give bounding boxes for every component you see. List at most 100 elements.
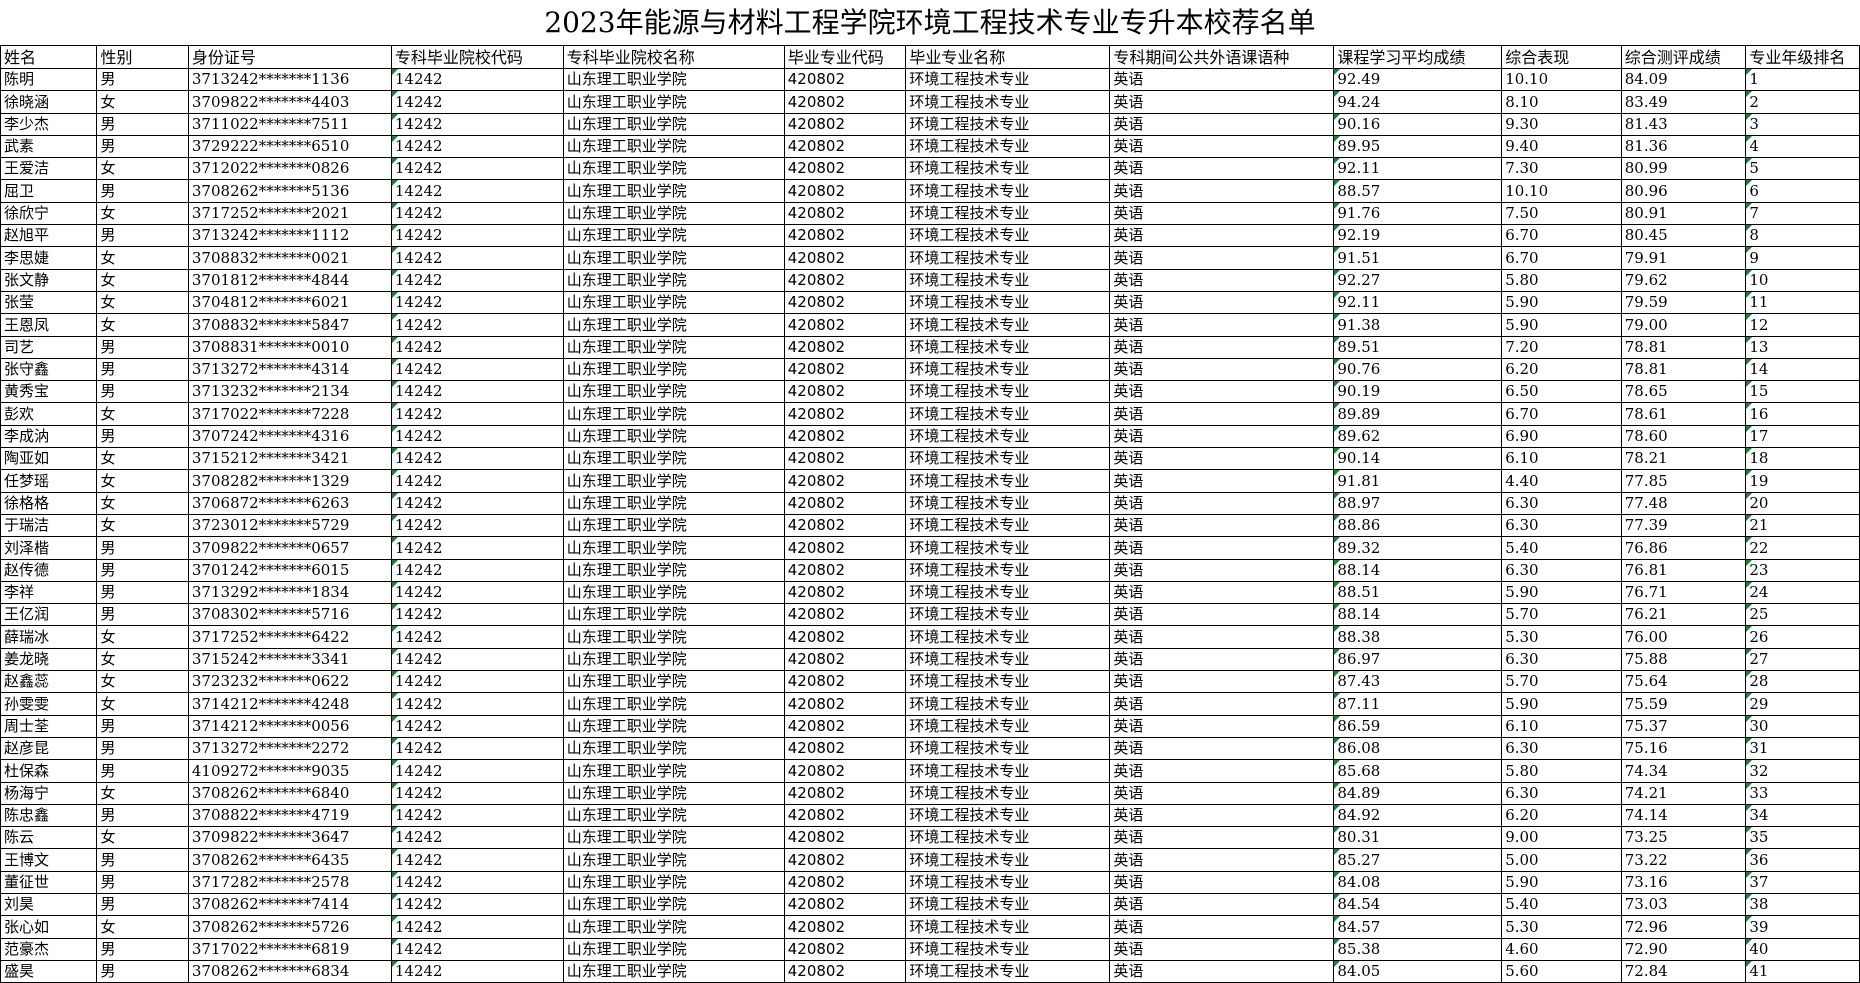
school-name-cell[interactable]: 山东理工职业学院 <box>562 870 785 894</box>
performance-cell[interactable]: 5.90 <box>1501 290 1622 315</box>
language-cell[interactable]: 英语 <box>1109 201 1335 226</box>
school-code-cell[interactable]: 14242 <box>390 447 564 471</box>
avg-score-cell[interactable]: 92.11 <box>1333 290 1503 315</box>
performance-cell[interactable]: 7.20 <box>1501 335 1622 359</box>
name-cell[interactable]: 赵彦昆 <box>0 736 98 761</box>
school-name-cell[interactable]: 山东理工职业学院 <box>562 313 785 337</box>
rank-cell[interactable]: 34 <box>1745 803 1860 828</box>
major-code-cell[interactable]: 420802 <box>783 759 907 783</box>
language-cell[interactable]: 英语 <box>1109 290 1335 315</box>
school-name-cell[interactable]: 山东理工职业学院 <box>562 848 785 872</box>
school-name-cell[interactable]: 山东理工职业学院 <box>562 803 785 828</box>
school-name-cell[interactable]: 山东理工职业学院 <box>562 759 785 783</box>
avg-score-cell[interactable]: 92.11 <box>1333 157 1503 181</box>
language-cell[interactable]: 英语 <box>1109 959 1335 983</box>
gender-cell[interactable]: 男 <box>96 759 189 783</box>
language-cell[interactable]: 英语 <box>1109 781 1335 805</box>
id-number-cell[interactable]: 3701812*******4844 <box>187 268 392 292</box>
avg-score-cell[interactable]: 89.62 <box>1333 424 1503 449</box>
performance-cell[interactable]: 6.20 <box>1501 803 1622 828</box>
major-code-cell[interactable]: 420802 <box>783 959 907 983</box>
school-code-cell[interactable]: 14242 <box>390 357 564 382</box>
performance-cell[interactable]: 6.10 <box>1501 714 1622 738</box>
rank-cell[interactable]: 41 <box>1745 959 1860 983</box>
major-code-cell[interactable]: 420802 <box>783 469 907 493</box>
id-number-cell[interactable]: 3708282*******1329 <box>187 469 392 493</box>
major-name-cell[interactable]: 环境工程技术专业 <box>905 937 1111 961</box>
gender-cell[interactable]: 男 <box>96 603 189 627</box>
name-cell[interactable]: 黄秀宝 <box>0 380 98 404</box>
total-score-cell[interactable]: 76.81 <box>1620 558 1747 582</box>
id-number-cell[interactable]: 3708262*******6834 <box>187 959 392 983</box>
language-cell[interactable]: 英语 <box>1109 469 1335 493</box>
school-code-cell[interactable]: 14242 <box>390 157 564 181</box>
name-cell[interactable]: 张文静 <box>0 268 98 292</box>
language-cell[interactable]: 英语 <box>1109 692 1335 716</box>
id-number-cell[interactable]: 3723012*******5729 <box>187 513 392 538</box>
performance-cell[interactable]: 6.10 <box>1501 447 1622 471</box>
school-name-cell[interactable]: 山东理工职业学院 <box>562 67 785 92</box>
avg-score-cell[interactable]: 84.57 <box>1333 915 1503 939</box>
gender-cell[interactable]: 男 <box>96 736 189 761</box>
major-code-cell[interactable]: 420802 <box>783 937 907 961</box>
rank-cell[interactable]: 17 <box>1745 424 1860 449</box>
performance-cell[interactable]: 6.30 <box>1501 513 1622 538</box>
gender-cell[interactable]: 男 <box>96 892 189 917</box>
school-name-cell[interactable]: 山东理工职业学院 <box>562 826 785 850</box>
name-cell[interactable]: 屈卫 <box>0 179 98 203</box>
performance-cell[interactable]: 6.30 <box>1501 491 1622 515</box>
rank-cell[interactable]: 7 <box>1745 201 1860 226</box>
language-cell[interactable]: 英语 <box>1109 224 1335 248</box>
name-cell[interactable]: 杨海宁 <box>0 781 98 805</box>
major-name-cell[interactable]: 环境工程技术专业 <box>905 335 1111 359</box>
id-number-cell[interactable]: 3701242*******6015 <box>187 558 392 582</box>
id-number-cell[interactable]: 3713242*******1136 <box>187 67 392 92</box>
column-header[interactable]: 课程学习平均成绩 <box>1333 45 1503 69</box>
column-header[interactable]: 专科期间公共外语课语种 <box>1109 45 1335 69</box>
id-number-cell[interactable]: 4109272*******9035 <box>187 759 392 783</box>
column-header[interactable]: 毕业专业名称 <box>905 45 1111 69</box>
gender-cell[interactable]: 男 <box>96 803 189 828</box>
total-score-cell[interactable]: 76.71 <box>1620 580 1747 605</box>
performance-cell[interactable]: 5.30 <box>1501 625 1622 649</box>
performance-cell[interactable]: 5.80 <box>1501 268 1622 292</box>
performance-cell[interactable]: 5.40 <box>1501 536 1622 560</box>
language-cell[interactable]: 英语 <box>1109 892 1335 917</box>
major-name-cell[interactable]: 环境工程技术专业 <box>905 536 1111 560</box>
school-name-cell[interactable]: 山东理工职业学院 <box>562 558 785 582</box>
major-name-cell[interactable]: 环境工程技术专业 <box>905 513 1111 538</box>
performance-cell[interactable]: 5.90 <box>1501 870 1622 894</box>
avg-score-cell[interactable]: 87.43 <box>1333 670 1503 694</box>
major-code-cell[interactable]: 420802 <box>783 803 907 828</box>
gender-cell[interactable]: 男 <box>96 937 189 961</box>
major-name-cell[interactable]: 环境工程技术专业 <box>905 625 1111 649</box>
language-cell[interactable]: 英语 <box>1109 380 1335 404</box>
performance-cell[interactable]: 9.00 <box>1501 826 1622 850</box>
major-name-cell[interactable]: 环境工程技术专业 <box>905 870 1111 894</box>
major-code-cell[interactable]: 420802 <box>783 558 907 582</box>
school-name-cell[interactable]: 山东理工职业学院 <box>562 959 785 983</box>
id-number-cell[interactable]: 3708832*******0021 <box>187 246 392 270</box>
name-cell[interactable]: 李祥 <box>0 580 98 605</box>
major-code-cell[interactable]: 420802 <box>783 313 907 337</box>
performance-cell[interactable]: 5.90 <box>1501 580 1622 605</box>
name-cell[interactable]: 李少杰 <box>0 112 98 136</box>
major-name-cell[interactable]: 环境工程技术专业 <box>905 491 1111 515</box>
language-cell[interactable]: 英语 <box>1109 759 1335 783</box>
language-cell[interactable]: 英语 <box>1109 90 1335 114</box>
rank-cell[interactable]: 18 <box>1745 447 1860 471</box>
language-cell[interactable]: 英语 <box>1109 603 1335 627</box>
performance-cell[interactable]: 5.60 <box>1501 959 1622 983</box>
id-number-cell[interactable]: 3708262*******6435 <box>187 848 392 872</box>
rank-cell[interactable]: 20 <box>1745 491 1860 515</box>
name-cell[interactable]: 姜龙晓 <box>0 647 98 672</box>
major-code-cell[interactable]: 420802 <box>783 892 907 917</box>
school-code-cell[interactable]: 14242 <box>390 224 564 248</box>
name-cell[interactable]: 刘昊 <box>0 892 98 917</box>
gender-cell[interactable]: 男 <box>96 134 189 159</box>
school-code-cell[interactable]: 14242 <box>390 959 564 983</box>
name-cell[interactable]: 范豪杰 <box>0 937 98 961</box>
school-name-cell[interactable]: 山东理工职业学院 <box>562 357 785 382</box>
avg-score-cell[interactable]: 88.97 <box>1333 491 1503 515</box>
id-number-cell[interactable]: 3708832*******5847 <box>187 313 392 337</box>
